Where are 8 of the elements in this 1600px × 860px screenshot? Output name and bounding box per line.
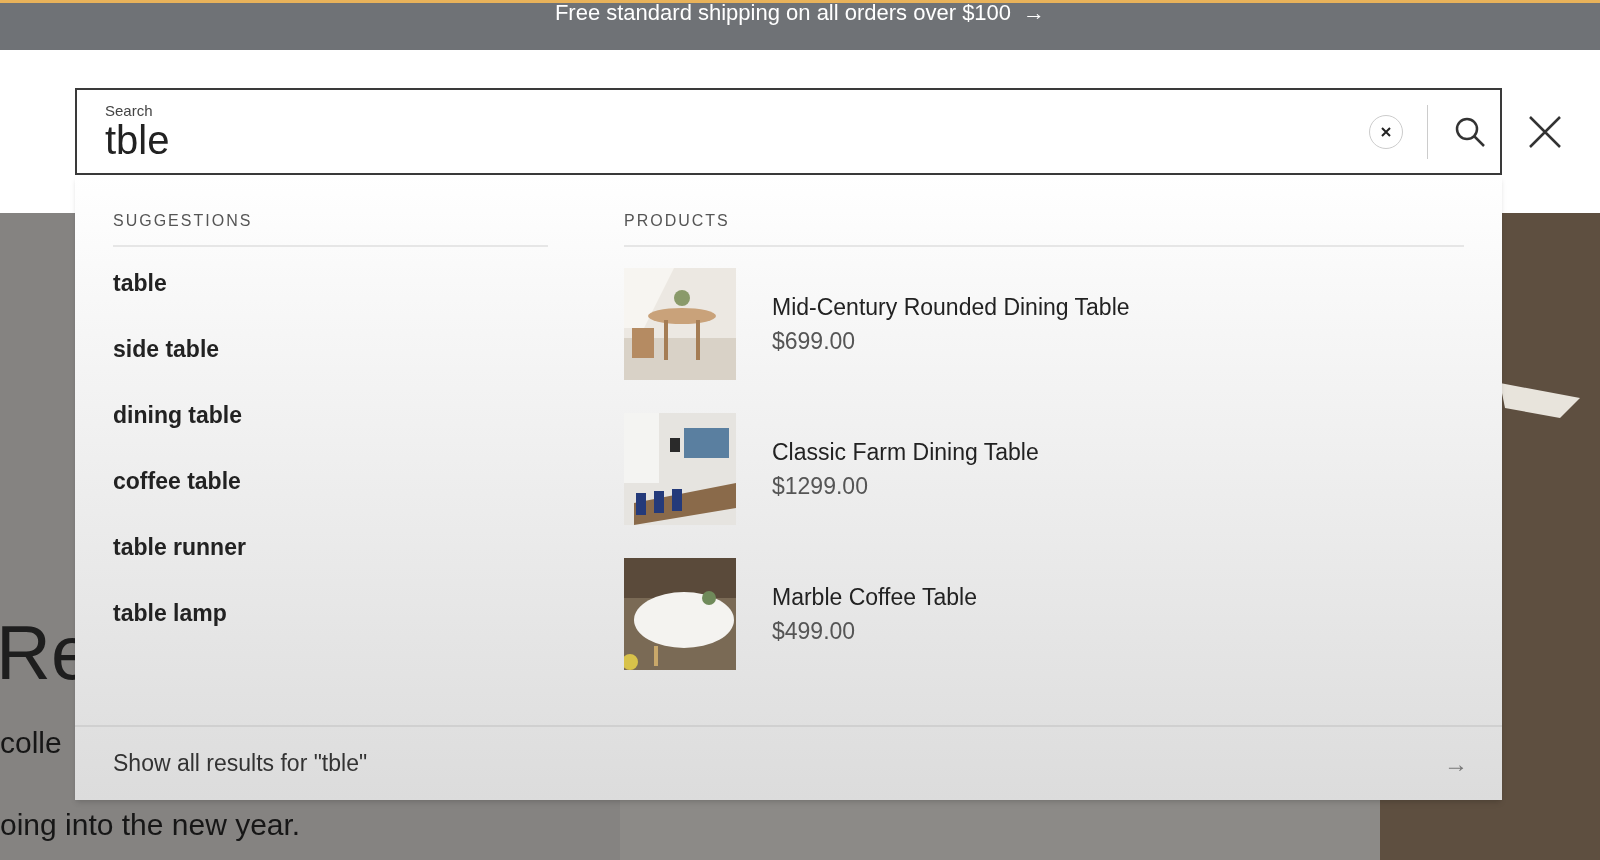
announcement-text: Free standard shipping on all orders over $100 [554,2,1012,24]
close-icon [1380,125,1392,138]
close-icon [1528,115,1562,149]
arrow-icon: → [1023,2,1046,24]
search-field[interactable]: Search tble [75,88,1502,175]
search-label: Search [105,102,154,119]
search-icon [1454,115,1486,148]
search-value: tble [105,118,171,161]
